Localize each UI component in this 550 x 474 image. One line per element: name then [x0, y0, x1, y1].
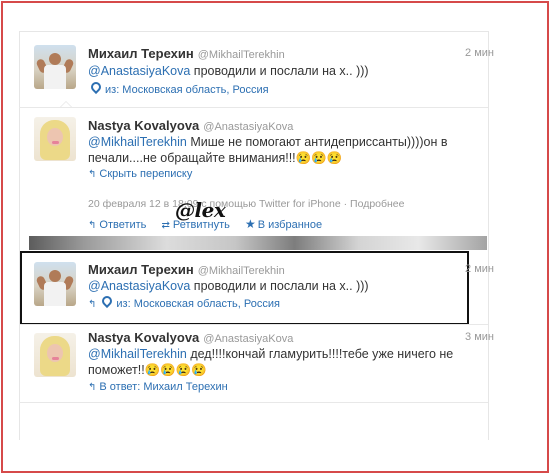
- favorite-button[interactable]: ★ В избранное: [244, 217, 322, 231]
- location-pin-icon: [88, 79, 104, 95]
- author-name[interactable]: Nastya Kovalyova @AnastasiyaKova: [88, 118, 293, 133]
- reply-arrow-icon: ↰: [88, 220, 97, 231]
- author-handle[interactable]: @MikhailTerekhin: [198, 49, 285, 61]
- divider: [19, 402, 488, 403]
- mention-link[interactable]: @AnastasiyaKova: [88, 279, 190, 293]
- avatar[interactable]: [34, 45, 76, 89]
- tweet-text: @AnastasiyaKova проводили и послали на х…: [88, 278, 468, 294]
- author-handle[interactable]: @AnastasiyaKova: [203, 121, 293, 133]
- tweet-body: проводили и послали на х.. ))): [190, 279, 369, 293]
- tweet-time[interactable]: 2 мин: [465, 263, 494, 275]
- avatar[interactable]: [34, 117, 76, 161]
- watermark: @lex: [175, 198, 226, 222]
- favorite-label[interactable]: В избранное: [258, 219, 322, 231]
- tweet-body: проводили и послали на х.. ))): [190, 64, 369, 78]
- location-pin-icon: [100, 293, 115, 309]
- tweet-location[interactable]: ↰ из: Московская область, Россия: [88, 293, 280, 310]
- author-name-text[interactable]: Nastya Kovalyova: [88, 118, 199, 133]
- author-name-text[interactable]: Nastya Kovalyova: [88, 330, 199, 345]
- divider: [19, 107, 488, 108]
- author-name[interactable]: Михаил Терехин @MikhailTerekhin: [88, 46, 285, 61]
- author-handle[interactable]: @AnastasiyaKova: [203, 333, 293, 345]
- hide-conversation-link[interactable]: ↰ Скрыть переписку: [88, 168, 192, 180]
- reply-arrow-icon: ↰: [88, 382, 97, 393]
- divider: [19, 324, 488, 325]
- star-icon: ★: [244, 217, 256, 231]
- reply-arrow-icon: ↰: [88, 169, 97, 180]
- mention-link[interactable]: @MikhailTerekhin: [88, 347, 187, 361]
- location-text[interactable]: из: Московская область, Россия: [116, 298, 280, 310]
- hide-conversation-text[interactable]: Скрыть переписку: [99, 168, 192, 180]
- tweet-text: @AnastasiyaKova проводили и послали на х…: [88, 63, 468, 79]
- in-reply-to-text[interactable]: В ответ: Михаил Терехин: [99, 381, 227, 393]
- avatar[interactable]: [34, 333, 76, 377]
- author-name[interactable]: Михаил Терехин @MikhailTerekhin: [88, 262, 285, 277]
- avatar[interactable]: [34, 262, 76, 306]
- author-name-text[interactable]: Михаил Терехин: [88, 46, 194, 61]
- reply-label[interactable]: Ответить: [99, 219, 146, 231]
- tweet-text: @MikhailTerekhin дед!!!!кончай гламурить…: [88, 346, 458, 378]
- tweet-time[interactable]: 2 мин: [465, 47, 494, 59]
- in-reply-to-link[interactable]: ↰ В ответ: Михаил Терехин: [88, 381, 228, 393]
- author-name-text[interactable]: Михаил Терехин: [88, 262, 194, 277]
- retweet-icon: ⇄: [161, 220, 170, 231]
- tweet-time[interactable]: 3 мин: [465, 331, 494, 343]
- reply-arrow-icon: ↰: [88, 299, 97, 310]
- mention-link[interactable]: @AnastasiyaKova: [88, 64, 190, 78]
- author-handle[interactable]: @MikhailTerekhin: [198, 265, 285, 277]
- tweet-details[interactable]: 20 февраля 12 в 18:09 с помощью Twitter …: [88, 198, 405, 210]
- author-name[interactable]: Nastya Kovalyova @AnastasiyaKova: [88, 330, 293, 345]
- tweet-location[interactable]: из: Московская область, Россия: [88, 79, 269, 96]
- background-photo-strip: [29, 236, 487, 250]
- tweet-text: @MikhailTerekhin Мише не помогают антиде…: [88, 134, 458, 166]
- mention-link[interactable]: @MikhailTerekhin: [88, 135, 187, 149]
- location-text[interactable]: из: Московская область, Россия: [105, 84, 269, 96]
- reply-button[interactable]: ↰ Ответить: [88, 219, 146, 231]
